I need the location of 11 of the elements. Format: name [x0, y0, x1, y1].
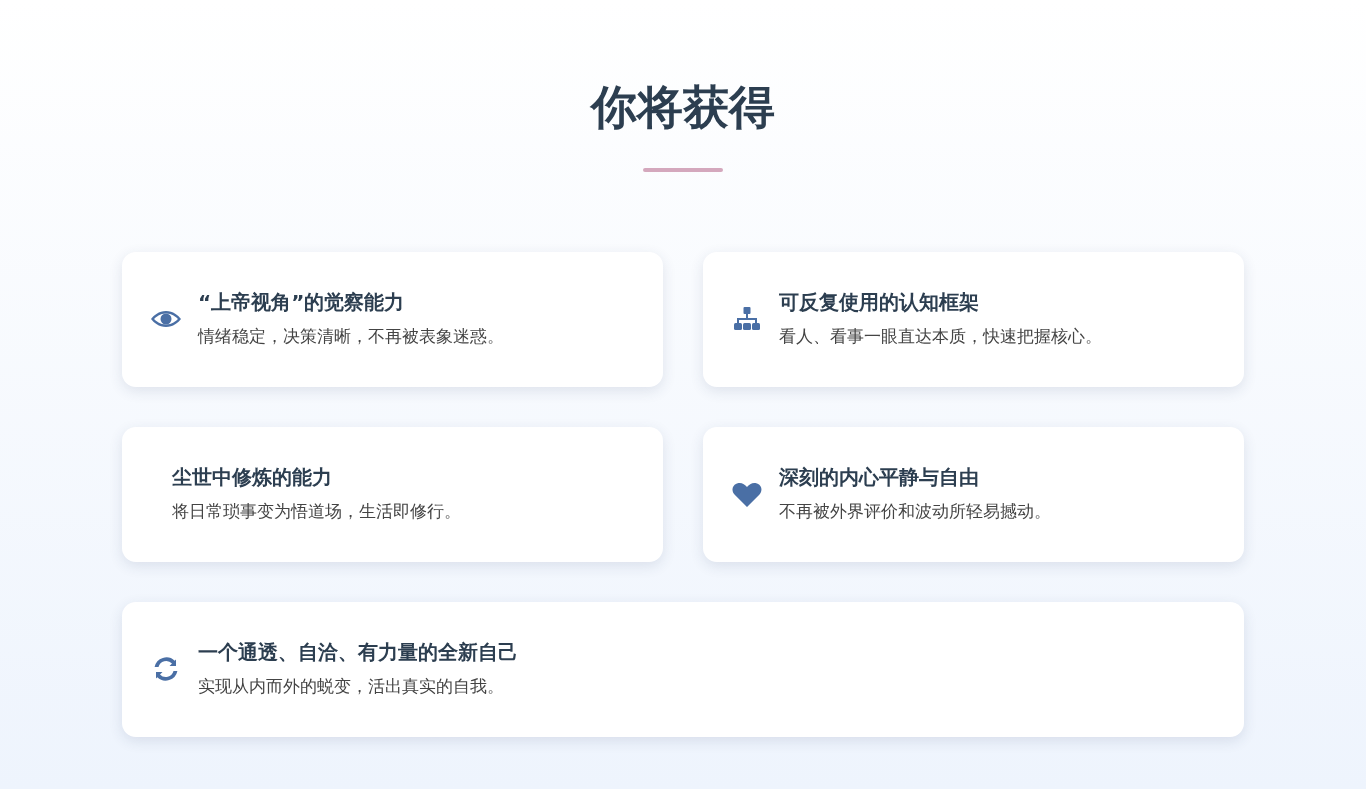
card-description: 将日常琐事变为悟道场，生活即修行。: [172, 499, 461, 523]
card-title: 可反复使用的认知框架: [779, 289, 980, 314]
section-title: 你将获得: [589, 79, 776, 136]
card-title: 尘世中修炼的能力: [172, 464, 333, 489]
card-description: 实现从内而外的蜕变，活出真实的自我。: [198, 674, 505, 698]
card-title: 一个通透、自洽、有力量的全新自己: [198, 639, 518, 664]
card-description: 看人、看事一眼直达本质，快速把握核心。: [779, 324, 1102, 348]
card-description: 情绪稳定，决策清晰，不再被表象迷惑。: [198, 324, 504, 348]
card-description: 不再被外界评价和波动所轻易撼动。: [779, 499, 1051, 523]
card-title: “上帝视角”的觉察能力: [198, 289, 406, 314]
card-title: 深刻的内心平静与自由: [779, 464, 980, 489]
